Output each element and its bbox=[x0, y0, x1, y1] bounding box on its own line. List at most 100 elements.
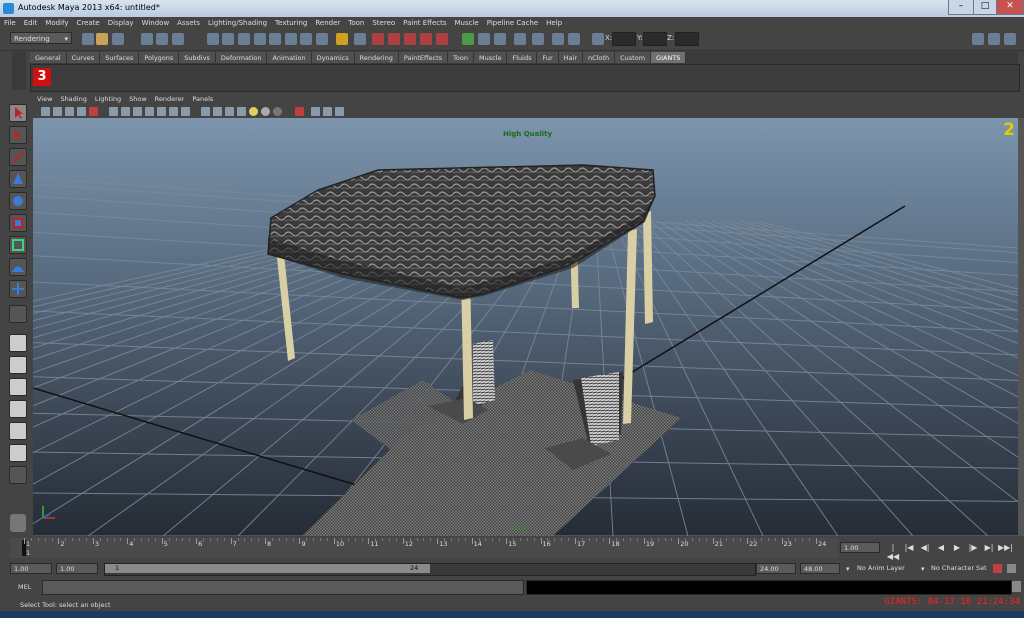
last-tool-icon[interactable] bbox=[9, 305, 27, 323]
shelf-tab-general[interactable]: General bbox=[30, 52, 67, 63]
shelf-tab-surfaces[interactable]: Surfaces bbox=[100, 52, 140, 63]
menu-assets[interactable]: Assets bbox=[173, 17, 204, 27]
step-forward-icon[interactable]: |▶ bbox=[966, 543, 980, 552]
play-forward-icon[interactable]: ▶ bbox=[950, 543, 964, 552]
show-manipulator-icon[interactable] bbox=[9, 280, 27, 298]
resolution-gate-icon[interactable] bbox=[133, 107, 142, 116]
show-attribute-editor-icon[interactable] bbox=[988, 33, 1000, 45]
menu-stereo[interactable]: Stereo bbox=[368, 17, 399, 27]
safe-title-icon[interactable] bbox=[181, 107, 190, 116]
menuset-dropdown[interactable]: Rendering ▾ bbox=[10, 32, 72, 44]
universal-manipulator-icon[interactable] bbox=[9, 236, 27, 254]
shelf-tab-painteffects[interactable]: PaintEffects bbox=[398, 52, 449, 63]
shelf-tab-curves[interactable]: Curves bbox=[66, 52, 101, 63]
snap-point-icon[interactable] bbox=[238, 33, 250, 45]
coord-z-field[interactable] bbox=[675, 32, 699, 46]
field-chart-icon[interactable] bbox=[157, 107, 166, 116]
viewport-scrollbar[interactable] bbox=[1018, 118, 1024, 536]
menu-file[interactable]: File bbox=[0, 17, 20, 27]
time-slider[interactable]: 1 1 2 3 4 5 6 7 8 9 10 11 12 13 14 15 16 17 18 19 20 21 22 23 24 bbox=[10, 538, 838, 558]
xray-joints-icon[interactable] bbox=[323, 107, 332, 116]
gate-mask-icon[interactable] bbox=[145, 107, 154, 116]
attribute-editor-icon[interactable] bbox=[514, 33, 526, 45]
playback-start-field[interactable]: 1.00 bbox=[56, 563, 98, 574]
wireframe-on-shaded-icon[interactable] bbox=[225, 107, 234, 116]
auto-key-icon[interactable] bbox=[993, 564, 1002, 573]
menu-toon[interactable]: Toon bbox=[344, 17, 368, 27]
range-slider-handle[interactable]: 1 24 bbox=[105, 564, 430, 573]
persp-hypershade-layout-icon[interactable] bbox=[9, 422, 27, 440]
shelf-tab-subdivs[interactable]: Subdivs bbox=[179, 52, 216, 63]
panel-menu-renderer[interactable]: Renderer bbox=[151, 94, 189, 103]
scale-tool-icon[interactable] bbox=[9, 214, 27, 232]
four-view-layout-icon[interactable] bbox=[9, 356, 27, 374]
menu-create[interactable]: Create bbox=[72, 17, 103, 27]
shelf-tab-giants[interactable]: GIANTS bbox=[651, 52, 687, 63]
start-time-field[interactable]: 1.00 bbox=[10, 563, 52, 574]
move-tool-icon[interactable] bbox=[9, 170, 27, 188]
menu-render[interactable]: Render bbox=[311, 17, 344, 27]
save-scene-icon[interactable] bbox=[112, 33, 124, 45]
step-back-icon[interactable]: ◀| bbox=[918, 543, 932, 552]
persp-outliner-layout-icon[interactable] bbox=[9, 378, 27, 396]
render-settings-icon[interactable] bbox=[404, 33, 416, 45]
skip-end-icon[interactable]: ▶▶| bbox=[998, 543, 1013, 552]
coord-x-field[interactable] bbox=[612, 32, 636, 46]
use-all-lights-icon[interactable] bbox=[249, 107, 258, 116]
snap-live-icon[interactable] bbox=[285, 33, 297, 45]
maximize-button[interactable]: □ bbox=[973, 0, 997, 15]
shelf-menu-icon[interactable] bbox=[12, 52, 26, 90]
render-view-icon[interactable] bbox=[436, 33, 448, 45]
menu-texturing[interactable]: Texturing bbox=[271, 17, 311, 27]
menu-lighting-shading[interactable]: Lighting/Shading bbox=[204, 17, 271, 27]
render-frame-icon[interactable] bbox=[372, 33, 384, 45]
giants-tool-icon[interactable] bbox=[10, 514, 26, 532]
input-output-icon[interactable] bbox=[462, 33, 474, 45]
select-object-icon[interactable] bbox=[156, 33, 168, 45]
select-component-icon[interactable] bbox=[172, 33, 184, 45]
rotate-tool-icon[interactable] bbox=[9, 192, 27, 210]
menu-modify[interactable]: Modify bbox=[41, 17, 72, 27]
menu-display[interactable]: Display bbox=[104, 17, 138, 27]
coord-y-field[interactable] bbox=[643, 32, 667, 46]
grid-toggle-icon[interactable] bbox=[109, 107, 118, 116]
shelf-tab-rendering[interactable]: Rendering bbox=[354, 52, 399, 63]
panel-menu-panels[interactable]: Panels bbox=[188, 94, 217, 103]
lock-icon[interactable] bbox=[336, 33, 348, 45]
menu-help[interactable]: Help bbox=[542, 17, 566, 27]
menu-edit[interactable]: Edit bbox=[20, 17, 42, 27]
persp-graph-outliner-layout-icon[interactable] bbox=[9, 444, 27, 462]
snap-curve-icon[interactable] bbox=[222, 33, 234, 45]
smooth-shade-icon[interactable] bbox=[213, 107, 222, 116]
show-tool-settings-icon[interactable] bbox=[1004, 33, 1016, 45]
wireframe-icon[interactable] bbox=[201, 107, 210, 116]
snap-surface-icon[interactable] bbox=[269, 33, 281, 45]
single-perspective-layout-icon[interactable] bbox=[9, 334, 27, 352]
layer-editor-icon[interactable] bbox=[552, 33, 564, 45]
menu-muscle[interactable]: Muscle bbox=[451, 17, 483, 27]
isolate-select-icon[interactable] bbox=[295, 107, 304, 116]
xray-icon[interactable] bbox=[311, 107, 320, 116]
textured-icon[interactable] bbox=[237, 107, 246, 116]
soft-modification-icon[interactable] bbox=[9, 258, 27, 276]
shelf-tab-custom[interactable]: Custom bbox=[615, 52, 652, 63]
shelf-tab-hair[interactable]: Hair bbox=[558, 52, 584, 63]
ipr-render-icon[interactable] bbox=[388, 33, 400, 45]
snap-plane-icon[interactable] bbox=[254, 33, 266, 45]
open-scene-icon[interactable] bbox=[96, 33, 108, 45]
panel-menu-shading[interactable]: Shading bbox=[56, 94, 90, 103]
anim-layer-chevron-icon[interactable]: ▾ bbox=[846, 565, 850, 573]
select-camera-icon[interactable] bbox=[41, 107, 50, 116]
panel-menu-lighting[interactable]: Lighting bbox=[91, 94, 125, 103]
shelf-tab-ncloth[interactable]: nCloth bbox=[583, 52, 616, 63]
channel-box-icon[interactable] bbox=[494, 33, 506, 45]
select-hierarchy-icon[interactable] bbox=[141, 33, 153, 45]
persp-graph-layout-icon[interactable] bbox=[9, 400, 27, 418]
layout-more-icon[interactable] bbox=[9, 466, 27, 484]
current-frame-field[interactable]: 1.00 bbox=[840, 542, 880, 553]
playback-end-field[interactable]: 24.00 bbox=[756, 563, 796, 574]
panel-menu-show[interactable]: Show bbox=[125, 94, 151, 103]
rename-icon[interactable] bbox=[478, 33, 490, 45]
show-channel-box-icon[interactable] bbox=[972, 33, 984, 45]
construction-history-icon[interactable] bbox=[354, 33, 366, 45]
